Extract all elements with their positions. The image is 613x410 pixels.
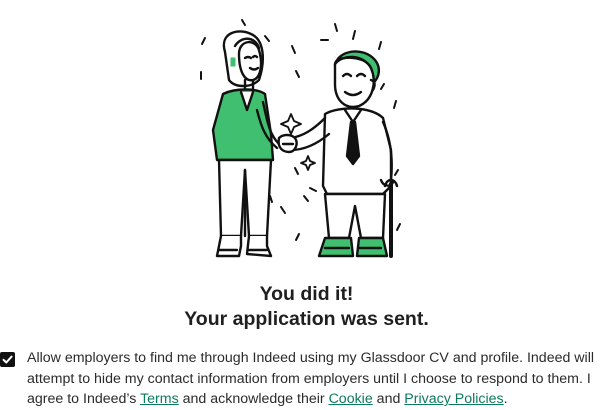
consent-checkbox[interactable] bbox=[0, 352, 15, 367]
consent-text-middle: and acknowledge their bbox=[178, 391, 329, 407]
cookie-policy-link[interactable]: Cookie bbox=[329, 391, 373, 407]
consent-text-end: . bbox=[503, 391, 508, 407]
headline-line-1: You did it! bbox=[259, 283, 354, 305]
checkmark-icon bbox=[2, 355, 13, 364]
handshake-illustration bbox=[195, 10, 415, 268]
profile-visibility-consent: Allow employers to find me through Indee… bbox=[0, 346, 613, 409]
success-heading: You did it! Your application was sent. bbox=[0, 282, 613, 332]
terms-link[interactable]: Terms bbox=[140, 391, 179, 407]
consent-text: Allow employers to find me through Indee… bbox=[27, 348, 611, 410]
consent-text-and: and bbox=[372, 391, 405, 407]
privacy-policies-link[interactable]: Privacy Policies bbox=[404, 391, 503, 407]
headline-line-2: Your application was sent. bbox=[184, 308, 429, 330]
